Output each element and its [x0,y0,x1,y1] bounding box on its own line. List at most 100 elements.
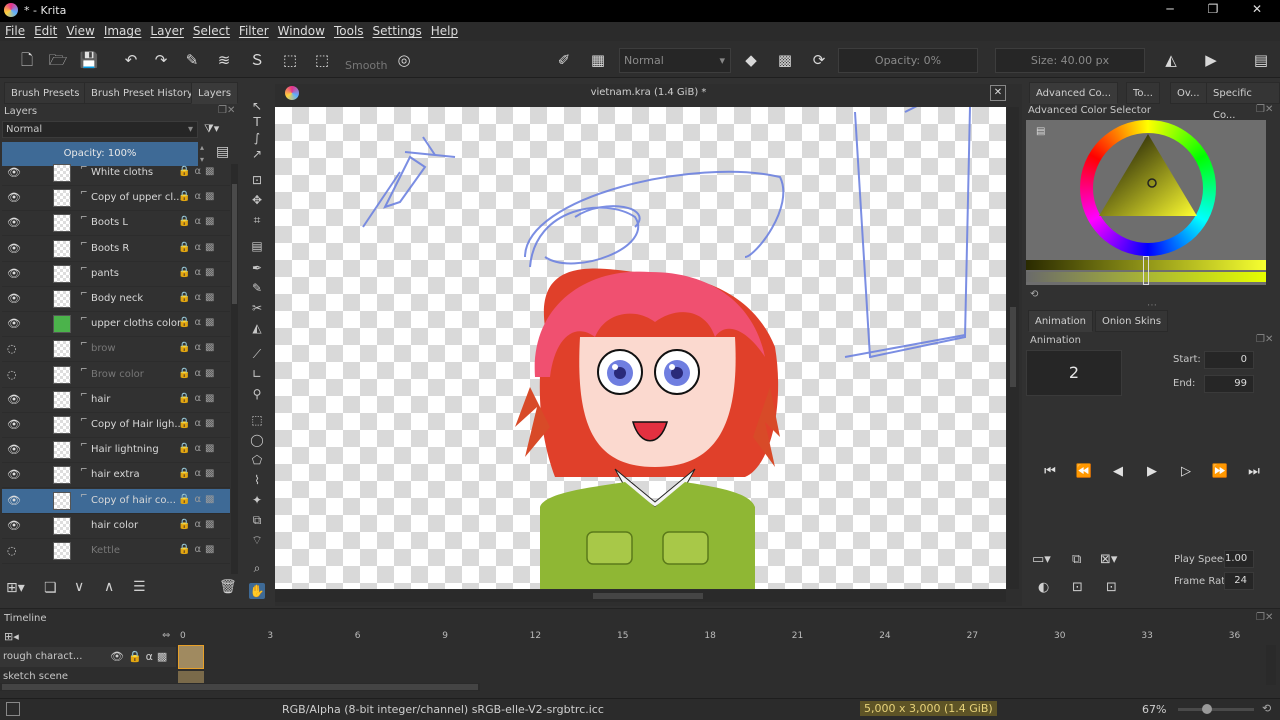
freehand-brush-icon[interactable]: ✎ [181,49,203,71]
multibrush-icon[interactable]: ≋ [213,49,235,71]
eye-hidden-icon[interactable]: ◌ [7,545,19,557]
crop-icon[interactable]: ⊡ [249,172,265,188]
menu-image[interactable]: Image [99,22,146,38]
text-tool-icon[interactable]: T [249,114,265,130]
brush-preset-icon[interactable]: ✐ [553,49,575,71]
eye-icon[interactable]: 👁 [7,318,21,330]
minimize-button[interactable]: ─ [1155,2,1185,20]
color-settings-icon[interactable]: ▤ [1036,126,1045,137]
eye-icon[interactable]: 👁 [7,242,21,255]
current-frame-field[interactable]: 2 [1026,350,1122,396]
smart-patch-icon[interactable]: ✎ [249,280,265,296]
zoom-slider[interactable] [1178,704,1254,714]
add-timeline-layer-icon[interactable]: ⊞◂ [4,630,19,643]
brush-editor-icon[interactable]: ▦ [587,49,609,71]
first-frame-icon[interactable]: ⏮ [1040,464,1060,482]
layer-row[interactable]: 👁 ⌐ Boots R 🔒α▩ [2,237,230,262]
add-blank-frame-icon[interactable]: ▭▾ [1032,552,1051,567]
tab-brush-presets[interactable]: Brush Presets [4,82,87,104]
layer-flags-icon[interactable]: 🔒α▩ [178,418,219,429]
menu-file[interactable]: File [0,22,29,38]
eye-icon[interactable]: 👁 [7,267,21,280]
tab-brush-preset-history[interactable]: Brush Preset History [84,82,200,104]
layer-flags-icon[interactable]: 🔒α▩ [178,166,219,177]
pan-icon[interactable]: ✋ [249,583,265,599]
layer-flags-icon[interactable]: 🔒α▩ [178,191,219,202]
bezier-select-icon[interactable]: ⌔ [249,532,265,548]
ellipse-select-icon[interactable]: ◯ [249,432,265,448]
layer-row[interactable]: 👁 ⌐ Copy of hair co... 🔒α▩ [2,488,230,514]
frame-rate-field[interactable]: 24 [1224,572,1254,590]
close-window-button[interactable]: ✕ [1242,2,1272,20]
menu-select[interactable]: Select [188,22,234,38]
wrap-around-icon[interactable]: ◎ [393,49,415,71]
menu-filter[interactable]: Filter [234,22,273,38]
eye-hidden-icon[interactable]: ◌ [7,368,19,381]
redo-icon[interactable]: ↷ [150,49,172,71]
timeline-vertical-scrollbar[interactable] [1266,645,1276,685]
layer-row[interactable]: 👁 ⌐ upper cloths color 🔒α▩ [2,312,230,338]
prev-frame-icon[interactable]: ◀ [1108,464,1128,482]
layer-flags-icon[interactable]: 🔒α▩ [178,443,219,454]
preserve-alpha-icon[interactable]: ▩ [774,49,796,71]
tab-specific-color[interactable]: Specific Co... [1206,82,1280,121]
eye-icon[interactable]: 👁 [7,519,21,532]
menu-layer[interactable]: Layer [145,22,187,38]
eraser-icon[interactable]: ◆ [740,49,762,71]
zoom-icon[interactable]: ⌕ [249,560,265,576]
layer-row[interactable]: 👁 ⌐ Boots L 🔒α▩ [2,211,230,237]
similar-select-icon[interactable]: ⧉ [249,512,265,528]
undo-icon[interactable]: ↶ [120,49,142,71]
panel-float-close-icon[interactable]: ❐✕ [1256,104,1273,115]
colorize-mask-icon[interactable]: ✂ [249,300,265,316]
new-document-icon[interactable]: 🗋 [16,49,38,71]
save-icon[interactable]: 💾 [78,49,100,71]
menu-window[interactable]: Window [273,22,329,38]
menu-settings[interactable]: Settings [368,22,426,38]
tab-tool-options[interactable]: To... [1126,82,1160,104]
add-layer-icon[interactable]: ⊞▾ [6,580,25,596]
selection-icon[interactable]: ⬚ [311,49,333,71]
next-frame-icon[interactable]: ▷ [1176,464,1196,482]
eye-icon[interactable]: 👁 [7,419,21,431]
rect-select-icon[interactable]: ⬚ [249,412,265,428]
calligraphy-icon[interactable]: ∫ [249,130,265,146]
menu-tools[interactable]: Tools [329,22,368,38]
duplicate-frame-icon[interactable]: ⧉ [1072,552,1081,567]
tab-onion-skins[interactable]: Onion Skins [1095,310,1169,332]
play-speed-field[interactable]: 1.00 [1224,550,1254,568]
mirror-horizontal-icon[interactable]: ◭ [1160,49,1182,71]
layer-flags-icon[interactable]: 🔒α▩ [178,519,219,530]
select-shapes-icon[interactable]: ↖ [249,98,265,114]
zoom-timeline-icon[interactable]: ⇔ [162,630,170,641]
timeline-ruler[interactable]: 0 3 6 9 12 15 18 21 24 27 30 33 36 [0,609,1280,641]
rotate-canvas-icon[interactable]: ⟲ [1262,702,1271,715]
layer-row[interactable]: ◌ ⌐ brow 🔒α▩ [2,337,230,363]
hue-ring[interactable] [1080,120,1216,256]
play-icon[interactable]: ▶ [1142,464,1162,482]
panel-float-close-icon[interactable]: ❐✕ [218,105,235,116]
layer-options-icon[interactable]: ☰ [133,579,146,595]
panel-float-close-icon[interactable]: ❐✕ [1256,334,1273,345]
reset-color-icon[interactable]: ⟲ [1030,289,1038,300]
open-folder-icon[interactable]: 🗁 [47,49,69,71]
layer-row[interactable]: 👁 ⌐ hair 🔒α▩ [2,388,230,413]
selection-mode-icon[interactable] [6,702,20,716]
pin-icon[interactable]: ⚲ [249,386,265,402]
keyframe-cell[interactable] [178,671,204,683]
transform-tool-icon[interactable]: ⌗ [249,212,265,228]
color-picker-icon[interactable]: ✒ [249,260,265,276]
close-document-icon[interactable]: ✕ [990,85,1006,101]
move-layer-down-icon[interactable]: ∨ [74,579,84,595]
eye-icon[interactable]: 👁 [7,494,21,507]
size-slider[interactable]: Size: 40.00 px [995,48,1145,73]
line-tool-icon[interactable]: ⟋ [249,346,265,362]
eye-hidden-icon[interactable]: ◌ [7,343,19,355]
end-frame-field[interactable]: 99 [1204,375,1254,393]
timeline-layer-scrollbar[interactable] [0,683,480,691]
timeline-layer-row[interactable]: rough charact... 👁🔒α▩ [0,647,176,667]
loop-icon[interactable]: ⊡ [1106,580,1117,595]
eye-icon[interactable]: 👁 [7,469,21,481]
filter-icon[interactable]: ⧩▾ [204,122,219,136]
menu-help[interactable]: Help [426,22,462,38]
